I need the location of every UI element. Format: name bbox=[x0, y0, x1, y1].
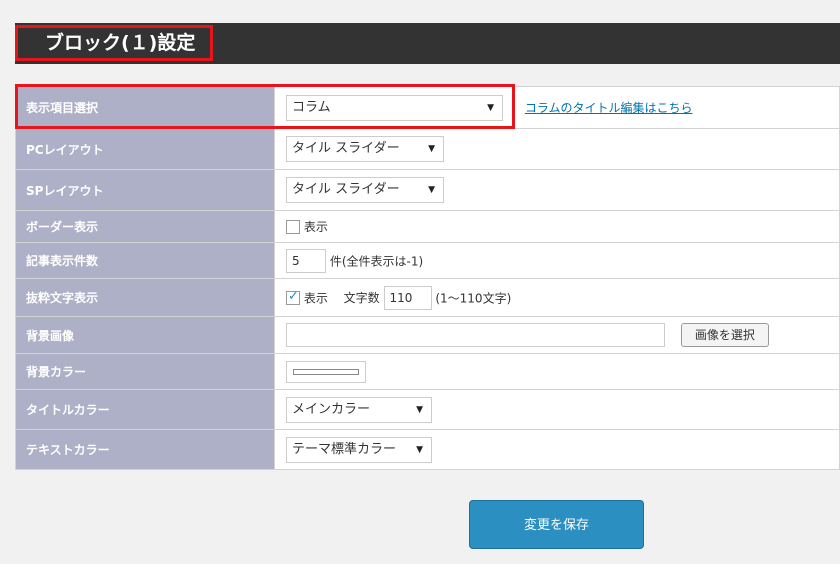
row-label: 背景画像 bbox=[15, 316, 275, 354]
row-label: タイトルカラー bbox=[15, 389, 275, 430]
row-pc-layout: PCレイアウト タイル スライダー ▼ bbox=[15, 128, 840, 170]
chars-hint: (1〜110文字) bbox=[435, 291, 512, 305]
row-sp-layout: SPレイアウト タイル スライダー ▼ bbox=[15, 169, 840, 211]
save-changes-button[interactable]: 変更を保存 bbox=[469, 500, 644, 549]
select-value: タイル スライダー bbox=[292, 182, 400, 197]
row-label: 抜粋文字表示 bbox=[15, 278, 275, 317]
row-border: ボーダー表示 表示 bbox=[15, 210, 840, 243]
title-highlight-box bbox=[15, 25, 213, 61]
text-color-select[interactable]: テーマ標準カラー ▼ bbox=[286, 436, 432, 463]
chars-label: 文字数 bbox=[343, 291, 380, 305]
checkbox-label: 表示 bbox=[303, 291, 328, 305]
settings-table: 表示項目選択 コラム ▼ コラムのタイトル編集はこちら PCレイアウト タイル … bbox=[15, 86, 840, 470]
select-value: タイル スライダー bbox=[292, 141, 400, 156]
bg-color-picker[interactable] bbox=[286, 360, 366, 383]
row-highlight-box bbox=[15, 84, 515, 129]
row-label: テキストカラー bbox=[15, 429, 275, 470]
bg-image-input[interactable] bbox=[286, 323, 665, 347]
checkbox-label: 表示 bbox=[303, 220, 328, 234]
count-hint: 件(全件表示は-1) bbox=[329, 254, 424, 268]
select-value: メインカラー bbox=[292, 401, 371, 417]
select-value: テーマ標準カラー bbox=[292, 441, 397, 457]
row-excerpt: 抜粋文字表示 表示 文字数 110 (1〜110文字) bbox=[15, 278, 840, 317]
pc-layout-select[interactable]: タイル スライダー ▼ bbox=[286, 136, 444, 162]
chars-input[interactable]: 110 bbox=[383, 285, 432, 310]
select-image-button[interactable]: 画像を選択 bbox=[680, 323, 769, 347]
excerpt-checkbox[interactable] bbox=[286, 289, 300, 305]
column-title-edit-link[interactable]: コラムのタイトル編集はこちら bbox=[525, 101, 693, 115]
chevron-down-icon: ▼ bbox=[428, 185, 435, 195]
row-bg-image: 背景画像 画像を選択 bbox=[15, 316, 840, 354]
row-title-color: タイトルカラー メインカラー ▼ bbox=[15, 389, 840, 430]
chevron-down-icon: ▼ bbox=[416, 444, 423, 455]
chevron-down-icon: ▼ bbox=[428, 144, 435, 154]
sp-layout-select[interactable]: タイル スライダー ▼ bbox=[286, 177, 444, 203]
chevron-down-icon: ▼ bbox=[416, 404, 423, 415]
row-count: 記事表示件数 5 件(全件表示は-1) bbox=[15, 242, 840, 279]
row-text-color: テキストカラー テーマ標準カラー ▼ bbox=[15, 429, 840, 470]
row-label: PCレイアウト bbox=[15, 128, 275, 170]
row-label: ボーダー表示 bbox=[15, 210, 275, 243]
row-label: 記事表示件数 bbox=[15, 242, 275, 279]
row-label: SPレイアウト bbox=[15, 169, 275, 211]
border-checkbox[interactable] bbox=[286, 219, 300, 234]
title-color-select[interactable]: メインカラー ▼ bbox=[286, 396, 432, 423]
row-bg-color: 背景カラー bbox=[15, 353, 840, 390]
count-input[interactable]: 5 bbox=[286, 248, 326, 273]
row-label: 背景カラー bbox=[15, 353, 275, 390]
